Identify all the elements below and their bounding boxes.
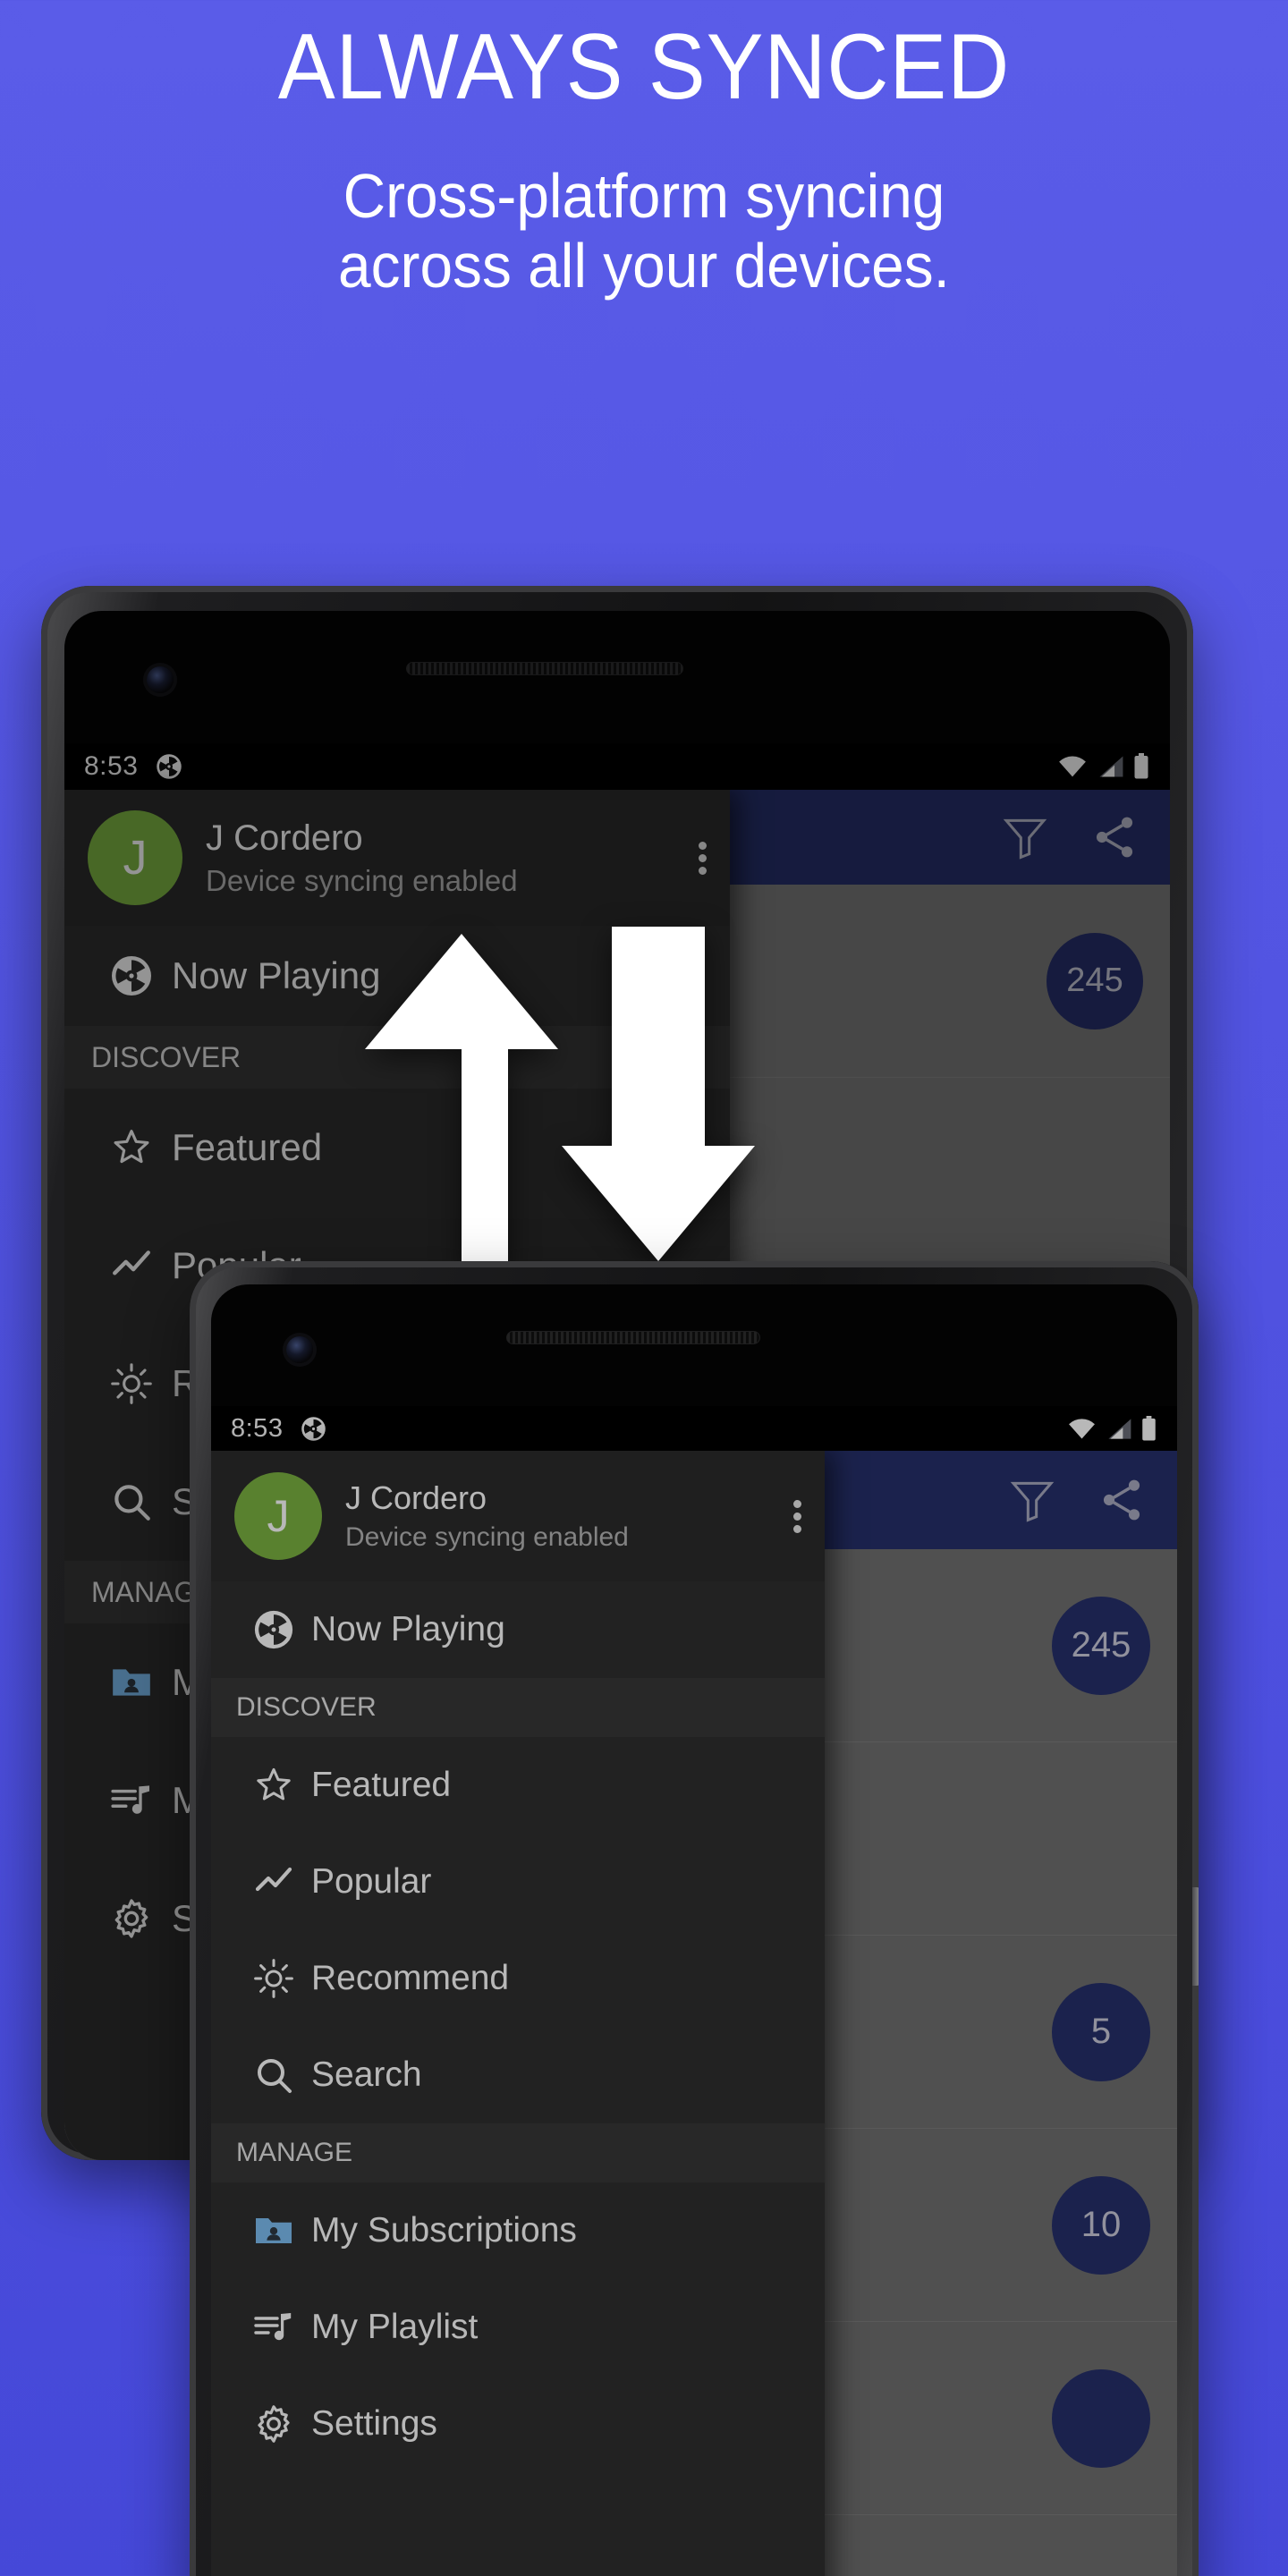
front-camera-icon xyxy=(147,666,174,693)
drawer-item-label: Recommend xyxy=(311,1959,510,1997)
drawer-item-settings[interactable]: Settings xyxy=(211,2376,825,2472)
status-badge: 245 xyxy=(1052,1596,1150,1695)
playlist-music-icon xyxy=(236,2306,311,2349)
status-time: 8:53 xyxy=(84,751,139,781)
more-vertical-icon[interactable] xyxy=(699,841,707,875)
reel-disc-icon xyxy=(156,753,182,780)
drawer-item-label: Popular xyxy=(311,1862,432,1901)
battery-full-icon xyxy=(1132,753,1150,780)
status-badge: 10 xyxy=(1052,2175,1150,2275)
drawer-account-header[interactable]: J J Cordero Device syncing enabled xyxy=(64,790,730,926)
wifi-icon xyxy=(1057,755,1088,778)
account-name: J Cordero xyxy=(345,1479,487,1516)
wifi-icon xyxy=(1067,1418,1097,1440)
earpiece-speaker xyxy=(406,662,683,675)
drawer-item-label: Settings xyxy=(311,2404,437,2443)
trending-up-icon xyxy=(91,1243,172,1288)
promo-header: ALWAYS SYNCED Cross-platform syncing acr… xyxy=(0,0,1288,301)
sun-icon xyxy=(91,1361,172,1406)
drawer-section-manage: MANAGE xyxy=(211,2123,825,2182)
star-outline-icon xyxy=(91,1125,172,1170)
app-body-front: 245 The 5 10 xyxy=(211,1451,1177,2576)
more-vertical-icon[interactable] xyxy=(793,1499,801,1533)
status-badge xyxy=(1052,2368,1150,2468)
phone-device-front: 8:53 245 5 10 J J Cordero Device syncing… xyxy=(190,1261,1199,2576)
search-icon xyxy=(236,2054,311,2097)
navigation-drawer-front: J J Cordero Device syncing enabled Now P… xyxy=(211,1451,825,2576)
page-title: ALWAYS SYNCED xyxy=(277,15,1011,119)
avatar: J xyxy=(88,810,182,905)
folder-account-icon xyxy=(91,1660,172,1705)
sun-icon xyxy=(236,1957,311,2000)
earpiece-speaker xyxy=(506,1331,760,1344)
reel-disc-icon xyxy=(301,1416,326,1442)
gear-icon xyxy=(91,1896,172,1941)
drawer-item-popular[interactable]: Popular xyxy=(211,1834,825,1930)
drawer-item-label: My Subscriptions xyxy=(311,2211,577,2250)
filter-funnel-icon[interactable] xyxy=(1000,812,1050,862)
account-status: Device syncing enabled xyxy=(206,863,518,897)
trending-up-icon xyxy=(236,1860,311,1903)
account-status: Device syncing enabled xyxy=(345,1522,629,1552)
drawer-item-recommend[interactable]: Recommend xyxy=(211,1930,825,2027)
drawer-item-featured[interactable]: Featured xyxy=(211,1737,825,1834)
avatar: J xyxy=(234,1472,322,1560)
subtitle-line-1: Cross-platform syncing xyxy=(343,161,945,232)
drawer-item-label: Now Playing xyxy=(172,954,381,996)
status-bar: 8:53 xyxy=(211,1406,1177,1451)
drawer-account-header[interactable]: J J Cordero Device syncing enabled xyxy=(211,1451,825,1581)
reel-disc-icon xyxy=(91,954,172,997)
front-camera-icon xyxy=(286,1336,313,1363)
drawer-item-search[interactable]: Search xyxy=(211,2027,825,2123)
status-time: 8:53 xyxy=(231,1413,284,1443)
status-badge: 245 xyxy=(1046,932,1143,1030)
subtitle-line-2: across all your devices. xyxy=(338,231,950,301)
cell-signal-icon xyxy=(1096,755,1124,778)
folder-account-icon xyxy=(236,2209,311,2252)
playlist-music-icon xyxy=(91,1778,172,1823)
drawer-item-label: My Playlist xyxy=(311,2308,479,2346)
status-badge: 5 xyxy=(1052,1982,1150,2081)
status-bar: 8:53 xyxy=(64,743,1170,790)
power-button[interactable] xyxy=(1192,1887,1199,1986)
reel-disc-icon xyxy=(236,1609,311,1650)
battery-full-icon xyxy=(1140,1415,1157,1442)
drawer-item-label: Search xyxy=(311,2055,422,2094)
device-screen-front: 8:53 245 5 10 J J Cordero Device syncing… xyxy=(211,1284,1177,2576)
drawer-item-label: Featured xyxy=(311,1766,452,1804)
account-name: J Cordero xyxy=(206,818,363,858)
share-nodes-icon[interactable] xyxy=(1097,1475,1147,1525)
drawer-item-label: Featured xyxy=(172,1126,323,1168)
drawer-item-my-subscriptions[interactable]: My Subscriptions xyxy=(211,2182,825,2279)
sync-arrows-icon xyxy=(356,927,764,1268)
share-nodes-icon[interactable] xyxy=(1089,812,1140,862)
cell-signal-icon xyxy=(1105,1418,1132,1440)
gear-icon xyxy=(236,2402,311,2445)
app-screen-front: 8:53 245 5 10 J J Cordero Device syncing… xyxy=(211,1406,1177,2576)
drawer-item-label: Now Playing xyxy=(311,1610,505,1648)
drawer-item-my-playlist[interactable]: My Playlist xyxy=(211,2279,825,2376)
filter-funnel-icon[interactable] xyxy=(1007,1475,1057,1525)
drawer-item-now-playing[interactable]: Now Playing xyxy=(211,1581,825,1678)
star-outline-icon xyxy=(236,1764,311,1807)
search-icon xyxy=(91,1479,172,1524)
drawer-section-discover: DISCOVER xyxy=(211,1678,825,1737)
